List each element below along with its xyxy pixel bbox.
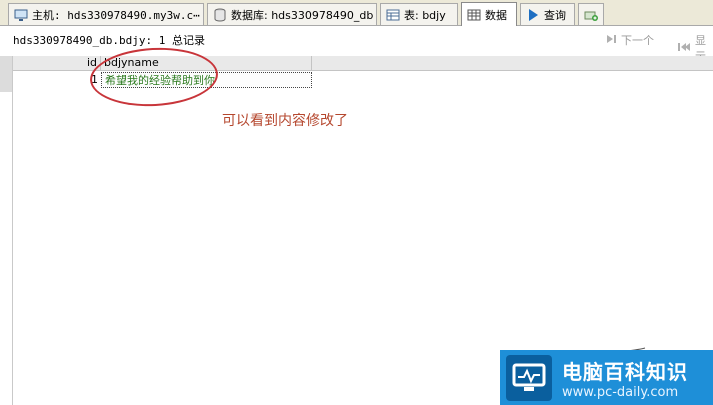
next-arrow-icon <box>605 34 617 47</box>
table-icon <box>386 8 400 22</box>
column-header-id[interactable]: id <box>13 56 101 70</box>
watermark: 电脑百科知识 www.pc-daily.com <box>500 350 713 405</box>
tab-query[interactable]: 查询 <box>520 3 575 25</box>
database-icon <box>213 8 227 22</box>
tab-database-label: 数据库: hds330978490_db <box>231 8 374 22</box>
play-query-icon <box>526 8 540 22</box>
annotation-text: 可以看到内容修改了 <box>222 113 348 129</box>
tab-data[interactable]: 数据 <box>461 2 517 26</box>
tab-host[interactable]: 主机: hds330978490.my3w.c⋯ <box>8 3 204 25</box>
tab-query-label: 查询 <box>544 8 566 22</box>
next-page-button[interactable]: 下一个 <box>605 32 654 48</box>
tab-data-label: 数据 <box>485 8 507 22</box>
skip-arrow-icon <box>677 42 691 55</box>
watermark-title: 电脑百科知识 <box>562 359 688 384</box>
tab-new-query[interactable] <box>578 3 604 25</box>
tab-host-label: 主机: hds330978490.my3w.c⋯ <box>32 8 200 22</box>
cell-id[interactable]: 1 <box>13 72 101 88</box>
record-summary: hds330978490_db.bdjy: 1 总记录 <box>13 34 205 47</box>
next-page-label: 下一个 <box>621 34 654 47</box>
tab-table[interactable]: 表: bdjy <box>380 3 458 25</box>
monitor-icon <box>14 8 28 22</box>
watermark-url: www.pc-daily.com <box>562 384 679 400</box>
tab-database[interactable]: 数据库: hds330978490_db <box>207 3 377 25</box>
watermark-logo-icon <box>506 354 552 401</box>
grid-data-icon <box>467 8 481 22</box>
new-query-tab-icon <box>584 8 598 22</box>
tab-bar: 主机: hds330978490.my3w.c⋯ 数据库: hds3309784… <box>0 0 713 26</box>
tab-table-label: 表: bdjy <box>404 8 446 22</box>
